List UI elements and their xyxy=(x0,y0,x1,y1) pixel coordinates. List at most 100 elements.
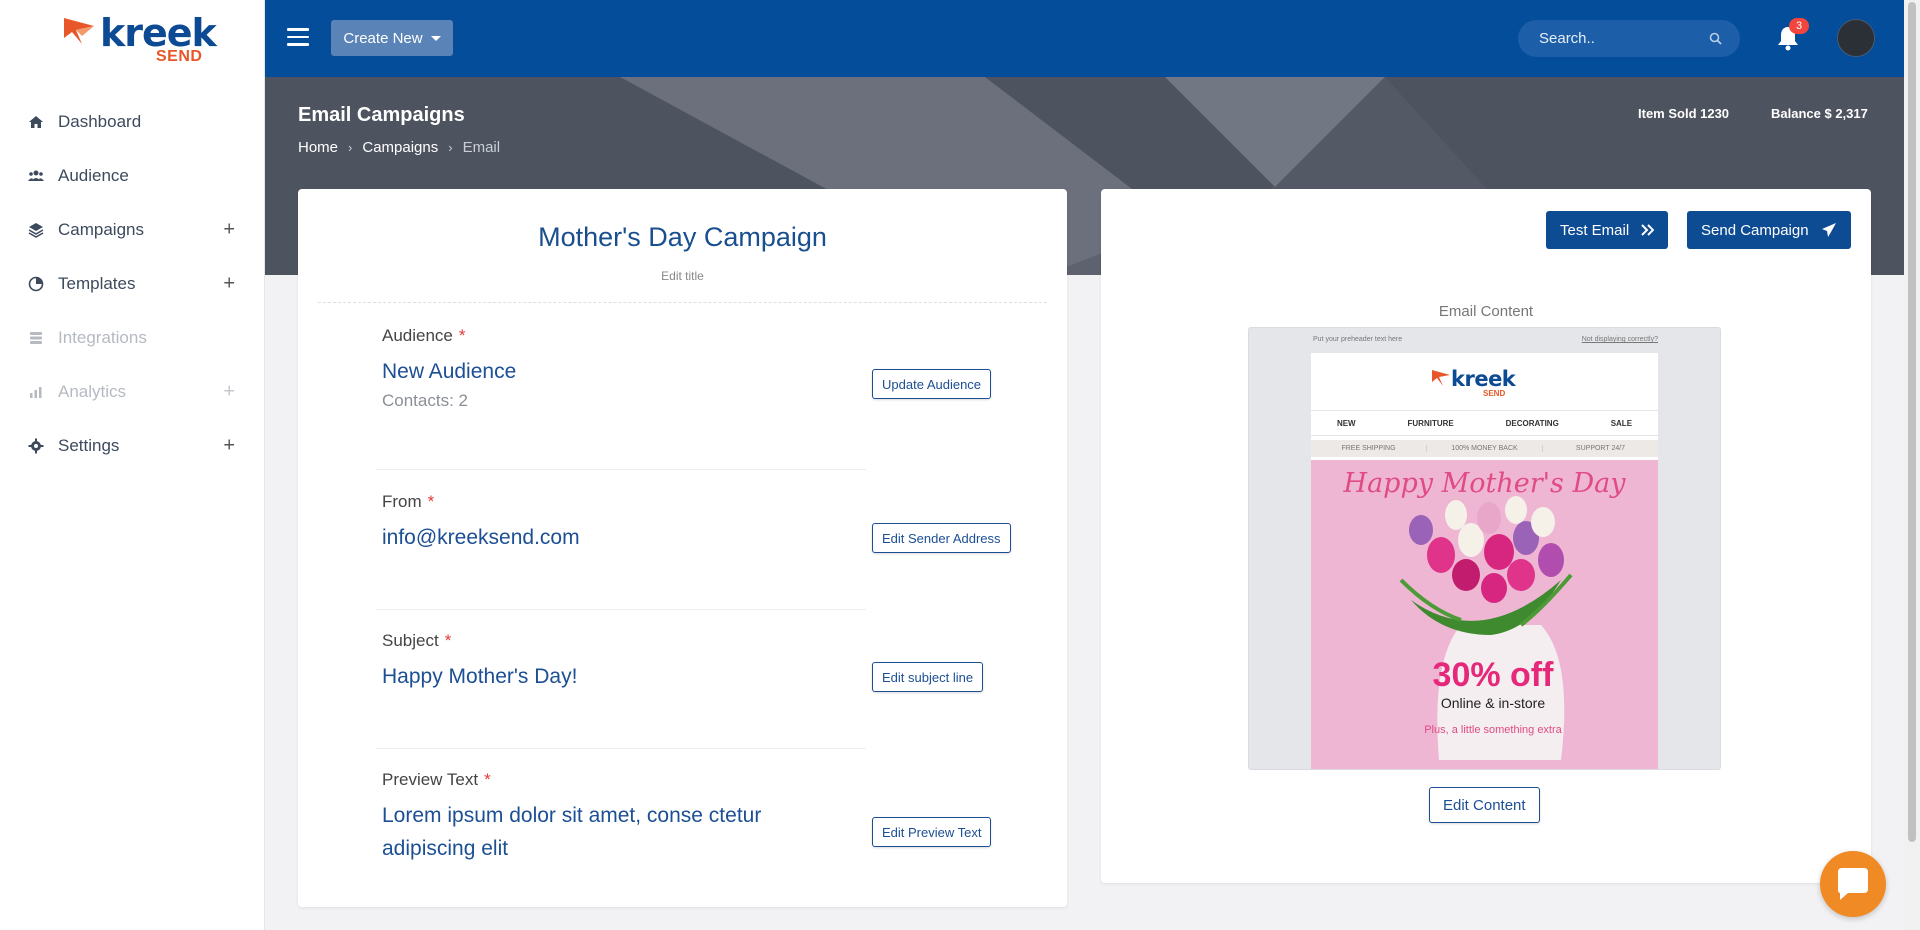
email-nav-item: NEW xyxy=(1336,418,1356,428)
email-shipping-item: SUPPORT 24/7 xyxy=(1575,445,1626,452)
chat-icon xyxy=(1838,868,1868,900)
sidebar-item-settings[interactable]: Settings + xyxy=(0,419,265,473)
sidebar-item-label: Analytics xyxy=(58,382,127,401)
email-nav-item: SALE xyxy=(1610,418,1633,428)
brand-word: kreek xyxy=(100,11,217,55)
brand-sub: SEND xyxy=(156,48,203,65)
divider xyxy=(376,469,866,470)
sidebar-item-label: Templates xyxy=(58,274,136,293)
sidebar: kreek SEND Dashboard Audience Campaigns … xyxy=(0,0,265,930)
sidebar-item-label: Dashboard xyxy=(58,112,142,131)
layers-icon xyxy=(28,223,44,238)
create-new-button[interactable]: Create New xyxy=(331,20,453,56)
divider xyxy=(376,748,866,749)
divider xyxy=(318,302,1047,303)
edit-subject-line-button[interactable]: Edit subject line xyxy=(872,662,984,692)
chat-widget-button[interactable] xyxy=(1820,851,1886,917)
sidebar-item-campaigns[interactable]: Campaigns + xyxy=(0,203,265,257)
sidebar-nav: Dashboard Audience Campaigns + Templates… xyxy=(0,95,265,473)
email-hero: Happy Mother's Day 30% off Online & in-s… xyxy=(1311,460,1658,769)
sidebar-item-audience[interactable]: Audience xyxy=(0,149,265,203)
email-nav-item: FURNITURE xyxy=(1407,418,1454,428)
test-email-button[interactable]: Test Email xyxy=(1546,211,1669,249)
users-icon xyxy=(28,170,44,181)
logo-bird-icon xyxy=(1432,370,1450,386)
divider xyxy=(376,609,866,610)
home-icon xyxy=(29,116,43,128)
email-preheader: Put your preheader text here xyxy=(1313,336,1403,343)
email-offer: 30% off xyxy=(1432,656,1554,694)
brand-logo[interactable]: kreek SEND xyxy=(62,14,217,70)
sidebar-item-label: Audience xyxy=(58,166,129,185)
preview-text-label: Preview Text * xyxy=(382,770,491,789)
sidebar-item-dashboard[interactable]: Dashboard xyxy=(0,95,265,149)
email-shipping-item: FREE SHIPPING xyxy=(1311,445,1427,452)
breadcrumb: Home › Campaigns › Email xyxy=(298,139,500,156)
sidebar-item-label: Settings xyxy=(58,436,120,455)
breadcrumb-home[interactable]: Home xyxy=(298,139,338,156)
send-campaign-label: Send Campaign xyxy=(1701,221,1809,239)
email-online-text: Online & in-store xyxy=(1440,695,1546,711)
notification-badge: 3 xyxy=(1789,18,1809,34)
expand-plus-icon[interactable]: + xyxy=(223,435,235,458)
send-campaign-button[interactable]: Send Campaign xyxy=(1687,211,1851,249)
top-bar: Create New Search.. 3 xyxy=(265,0,1904,77)
edit-preview-text-button[interactable]: Edit Preview Text xyxy=(872,817,992,847)
search-input[interactable]: Search.. xyxy=(1518,20,1740,57)
email-body: kreek SEND NEW FURNITURE DECORATING SALE… xyxy=(1311,353,1658,769)
email-shipping-item: 100% MONEY BACK xyxy=(1427,445,1543,452)
expand-plus-icon[interactable]: + xyxy=(223,219,235,242)
search-placeholder: Search.. xyxy=(1539,30,1595,47)
update-audience-button[interactable]: Update Audience xyxy=(872,369,992,399)
user-avatar[interactable] xyxy=(1837,19,1875,57)
audience-label: Audience * xyxy=(382,326,466,345)
from-label: From * xyxy=(382,492,435,511)
expand-plus-icon[interactable]: + xyxy=(223,381,235,404)
email-extra-text: Plus, a little something extra xyxy=(1424,724,1562,736)
search-icon[interactable] xyxy=(1709,32,1722,45)
caret-down-icon xyxy=(430,35,441,41)
email-shipping-bar: FREE SHIPPING 100% MONEY BACK SUPPORT 24… xyxy=(1311,440,1658,457)
page-title: Email Campaigns xyxy=(298,104,465,126)
email-nav-item: DECORATING xyxy=(1505,418,1559,428)
logo-bird-icon xyxy=(64,18,94,44)
sidebar-item-analytics[interactable]: Analytics + xyxy=(0,365,265,419)
campaign-title: Mother's Day Campaign xyxy=(538,222,827,252)
email-logo: kreek SEND xyxy=(1311,365,1658,399)
campaign-details-card: Mother's Day Campaign Edit title Audienc… xyxy=(298,189,1067,907)
test-email-label: Test Email xyxy=(1560,221,1630,239)
balance-stat: Balance $ 2,317 xyxy=(1771,106,1868,121)
edit-title-link[interactable]: Edit title xyxy=(298,269,1067,283)
paper-plane-icon xyxy=(1821,223,1836,237)
page-scrollbar[interactable] xyxy=(1904,0,1920,930)
sidebar-item-templates[interactable]: Templates + xyxy=(0,257,265,311)
breadcrumb-current: Email xyxy=(462,139,501,156)
chart-icon xyxy=(30,387,42,398)
stack-icon xyxy=(30,332,42,344)
create-new-label: Create New xyxy=(343,29,423,47)
chevron-right-icon: › xyxy=(348,140,353,155)
sidebar-item-integrations[interactable]: Integrations xyxy=(0,311,265,365)
edit-content-button[interactable]: Edit Content xyxy=(1429,787,1540,823)
email-brand-sub: SEND xyxy=(1483,389,1506,398)
scrollbar-thumb[interactable] xyxy=(1908,2,1916,842)
subject-label: Subject * xyxy=(382,631,452,650)
email-preview-card: Test Email Send Campaign Email Content P… xyxy=(1101,189,1871,883)
chevron-right-icon: › xyxy=(448,140,453,155)
gear-icon xyxy=(28,438,44,454)
email-preheader-row: Put your preheader text here Not display… xyxy=(1249,336,1720,348)
email-preview-frame[interactable]: Put your preheader text here Not display… xyxy=(1248,327,1721,770)
email-nav: NEW FURNITURE DECORATING SALE xyxy=(1311,410,1658,436)
sidebar-item-label: Integrations xyxy=(58,328,147,347)
expand-plus-icon[interactable]: + xyxy=(223,273,235,296)
edit-sender-address-button[interactable]: Edit Sender Address xyxy=(872,523,1011,553)
menu-toggle-icon[interactable] xyxy=(287,28,309,46)
preview-text-value: Lorem ipsum dolor sit amet, conse ctetur… xyxy=(382,804,762,860)
email-brand-word: kreek xyxy=(1451,367,1516,391)
pie-icon xyxy=(28,276,44,292)
preview-text-section: Preview Text * Lorem ipsum dolor sit amet… xyxy=(382,770,822,865)
sidebar-item-label: Campaigns xyxy=(58,220,144,239)
email-not-displaying-link[interactable]: Not displaying correctly? xyxy=(1582,336,1658,343)
double-chevron-right-icon xyxy=(1641,224,1655,236)
breadcrumb-campaigns[interactable]: Campaigns xyxy=(362,139,438,156)
